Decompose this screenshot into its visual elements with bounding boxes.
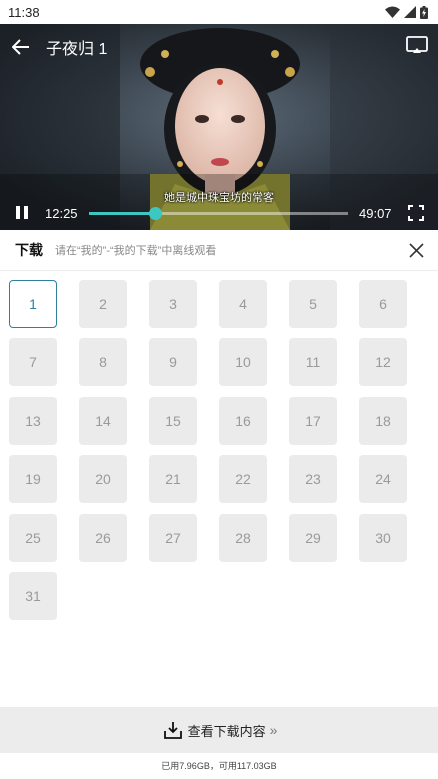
episode-29[interactable]: 29 [289, 513, 337, 562]
episode-19[interactable]: 19 [9, 455, 57, 504]
pause-button[interactable] [14, 205, 30, 221]
episode-24[interactable]: 24 [359, 455, 407, 504]
episode-14[interactable]: 14 [79, 396, 127, 445]
fullscreen-icon[interactable] [408, 205, 424, 221]
episode-10[interactable]: 10 [219, 338, 267, 387]
close-icon[interactable] [409, 243, 424, 258]
episode-13[interactable]: 13 [9, 396, 57, 445]
episode-17[interactable]: 17 [289, 396, 337, 445]
episode-21[interactable]: 21 [149, 455, 197, 504]
download-icon [163, 722, 182, 739]
episode-27[interactable]: 27 [149, 513, 197, 562]
episode-9[interactable]: 9 [149, 338, 197, 387]
episode-6[interactable]: 6 [359, 280, 407, 328]
status-bar: 11:38 [0, 0, 438, 24]
view-downloads-button[interactable]: 查看下载内容 » [0, 707, 438, 753]
episode-23[interactable]: 23 [289, 455, 337, 504]
episode-5[interactable]: 5 [289, 280, 337, 328]
episode-3[interactable]: 3 [149, 280, 197, 328]
episode-26[interactable]: 26 [79, 513, 127, 562]
progress-thumb[interactable] [148, 207, 162, 220]
download-title: 下载 [15, 242, 43, 258]
episode-28[interactable]: 28 [219, 513, 267, 562]
status-icons [385, 5, 428, 19]
episode-12[interactable]: 12 [359, 338, 407, 387]
cast-icon[interactable] [406, 36, 428, 54]
player-controls: 12:25 49:07 [0, 196, 438, 230]
download-header: 下载 请在“我的”-“我的下载”中离线观看 [0, 230, 438, 271]
episode-16[interactable]: 16 [219, 396, 267, 445]
status-time: 11:38 [8, 4, 40, 20]
signal-icon [404, 6, 416, 18]
video-player[interactable]: 子夜归 1 她是城中珠宝坊的常客 12:25 49:07 [0, 24, 438, 230]
total-time: 49:07 [359, 206, 392, 221]
episode-30[interactable]: 30 [359, 513, 407, 562]
back-arrow-icon[interactable] [12, 39, 30, 55]
current-time: 12:25 [45, 206, 78, 221]
episode-31[interactable]: 31 [9, 572, 57, 620]
episode-1[interactable]: 1 [9, 280, 57, 328]
video-title: 子夜归 1 [46, 41, 108, 58]
battery-charging-icon [420, 5, 428, 19]
episode-8[interactable]: 8 [79, 338, 127, 387]
episode-7[interactable]: 7 [9, 338, 57, 387]
wifi-icon [385, 6, 400, 18]
storage-info: 已用7.96GB，可用117.03GB [161, 761, 277, 771]
episode-15[interactable]: 15 [149, 396, 197, 445]
progress-slider[interactable] [89, 207, 348, 220]
episode-25[interactable]: 25 [9, 513, 57, 562]
episode-20[interactable]: 20 [79, 455, 127, 504]
player-top-bar: 子夜归 1 [0, 24, 438, 70]
episode-18[interactable]: 18 [359, 396, 407, 445]
pause-icon [16, 206, 20, 219]
episode-4[interactable]: 4 [219, 280, 267, 328]
double-chevron-right-icon: » [269, 722, 278, 738]
episode-11[interactable]: 11 [289, 338, 337, 387]
download-hint: 请在“我的”-“我的下载”中离线观看 [55, 245, 217, 257]
progress-fill [89, 212, 155, 215]
view-downloads-label: 查看下载内容 [187, 723, 266, 739]
episode-2[interactable]: 2 [79, 280, 127, 328]
episode-22[interactable]: 22 [219, 455, 267, 504]
